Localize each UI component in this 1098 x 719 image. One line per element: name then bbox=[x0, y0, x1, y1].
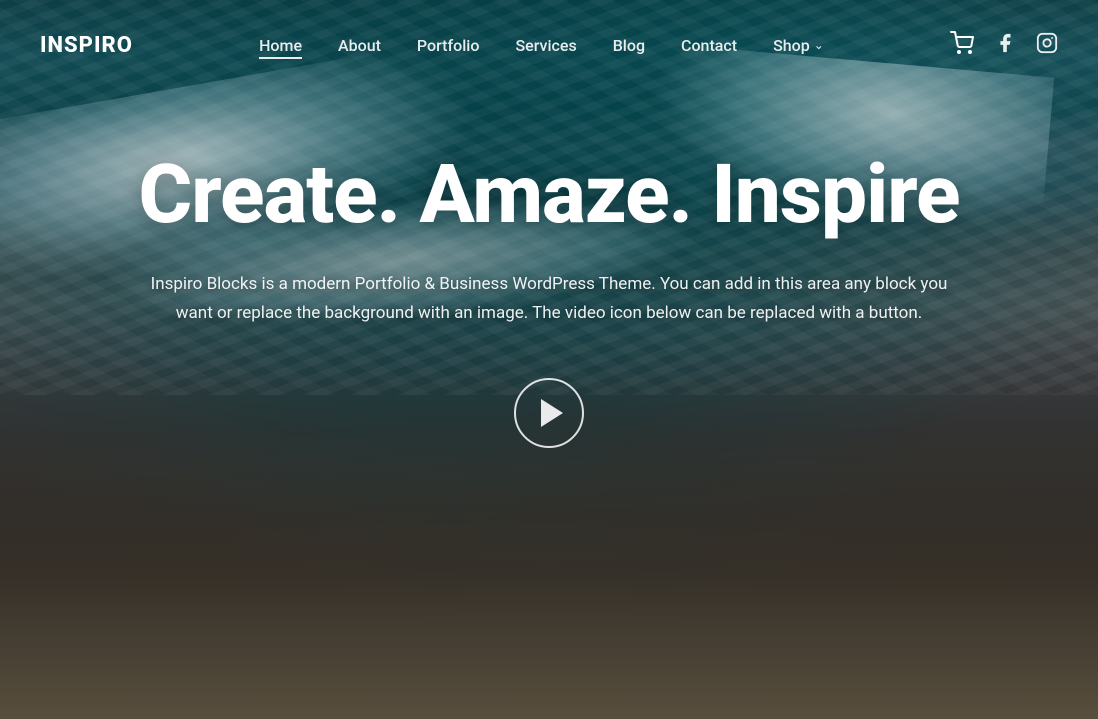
instagram-button[interactable] bbox=[1036, 32, 1058, 59]
play-icon bbox=[541, 399, 563, 427]
play-video-button[interactable] bbox=[514, 378, 584, 448]
cart-icon bbox=[950, 31, 974, 55]
hero-content: Create. Amaze. Inspire Inspiro Blocks is… bbox=[0, 90, 1098, 448]
header: INSPIRO Home About Portfolio Services Bl… bbox=[0, 0, 1098, 90]
nav-about[interactable]: About bbox=[338, 36, 381, 55]
hero-description: Inspiro Blocks is a modern Portfolio & B… bbox=[139, 270, 959, 328]
cart-button[interactable] bbox=[950, 31, 974, 59]
shop-dropdown-icon: ⌄ bbox=[814, 38, 824, 52]
nav-services[interactable]: Services bbox=[515, 36, 576, 55]
facebook-icon bbox=[994, 32, 1016, 54]
hero-title: Create. Amaze. Inspire bbox=[138, 150, 959, 240]
nav-home[interactable]: Home bbox=[259, 36, 302, 55]
facebook-button[interactable] bbox=[994, 32, 1016, 59]
nav-portfolio[interactable]: Portfolio bbox=[417, 36, 480, 55]
header-icons bbox=[950, 31, 1058, 59]
nav-shop[interactable]: Shop ⌄ bbox=[773, 36, 824, 55]
nav-contact[interactable]: Contact bbox=[681, 36, 737, 55]
logo[interactable]: INSPIRO bbox=[40, 33, 133, 58]
main-nav: Home About Portfolio Services Blog Conta… bbox=[259, 36, 824, 55]
nav-blog[interactable]: Blog bbox=[613, 36, 645, 55]
instagram-icon bbox=[1036, 32, 1058, 54]
